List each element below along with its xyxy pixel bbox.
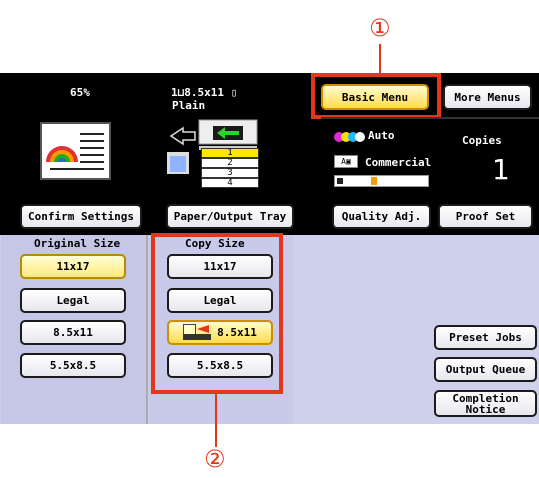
tray-2: 2 [201, 158, 259, 168]
paper-size-status: 1⊔8.5x11 ▯ [171, 86, 238, 99]
preset-jobs-button[interactable]: Preset Jobs [434, 325, 537, 350]
original-size-5.5x8.5[interactable]: 5.5x8.5 [20, 353, 126, 378]
callout-one: ① [369, 14, 391, 42]
callout-one-leader [379, 44, 381, 73]
density-bar [334, 175, 429, 187]
output-queue-button[interactable]: Output Queue [434, 357, 537, 382]
basic-menu-tab[interactable]: Basic Menu [321, 84, 429, 110]
completion-notice-line1: Completion [452, 391, 519, 405]
confirm-settings-button[interactable]: Confirm Settings [20, 204, 142, 229]
more-menus-tab[interactable]: More Menus [443, 84, 532, 110]
image-mode-icon: A▣ [334, 155, 358, 168]
completion-notice-button[interactable]: Completion Notice [434, 390, 537, 417]
image-mode-label: Commercial [365, 156, 432, 169]
tray-3: 3 [201, 168, 259, 178]
quality-adj-button[interactable]: Quality Adj. [332, 204, 431, 229]
copies-count: 1 [492, 153, 510, 186]
original-size-legal[interactable]: Legal [20, 288, 126, 313]
callout-two-leader [215, 394, 217, 447]
paper-type-status: Plain [172, 99, 206, 112]
color-mode-label: Auto [368, 129, 395, 142]
original-preview-icon [40, 122, 111, 180]
original-size-label: Original Size [34, 237, 121, 250]
completion-notice-line2: Notice [465, 402, 506, 416]
callout-two: ② [204, 445, 226, 473]
tray-1: 1 [201, 148, 259, 158]
color-mode-icon [334, 132, 365, 142]
proof-set-button[interactable]: Proof Set [438, 204, 533, 229]
paper-output-tray-button[interactable]: Paper/Output Tray [166, 204, 294, 229]
zoom-ratio: 65% [70, 86, 90, 99]
callout-two-box [151, 233, 283, 394]
original-size-8.5x11[interactable]: 8.5x11 [20, 320, 126, 345]
copies-label: Copies [462, 134, 502, 147]
tray-4: 4 [201, 178, 259, 188]
original-size-11x17[interactable]: 11x17 [20, 254, 126, 279]
